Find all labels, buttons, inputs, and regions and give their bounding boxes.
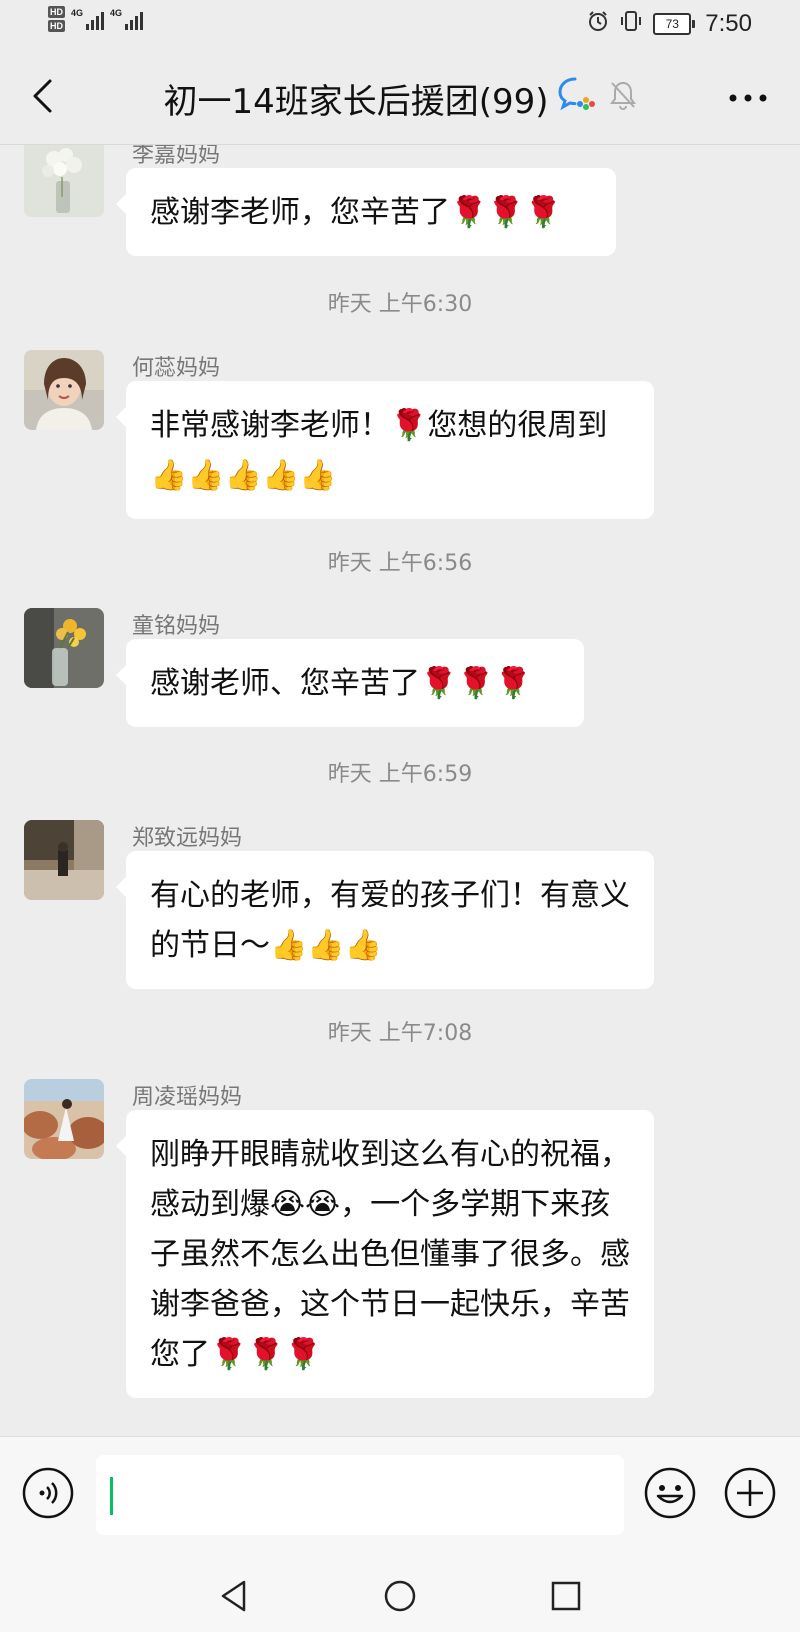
- message-bubble[interactable]: 非常感谢李老师！🌹您想的很周到👍👍👍👍👍: [116, 381, 654, 519]
- voice-button[interactable]: [20, 1465, 76, 1521]
- avatar[interactable]: [24, 608, 104, 688]
- more-dots-icon: [729, 94, 767, 102]
- message-bubble[interactable]: 有心的老师，有爱的孩子们！有意义的节日～👍👍👍: [116, 851, 654, 989]
- nav-recent-button[interactable]: [544, 1574, 588, 1618]
- battery-icon: 73: [653, 13, 696, 35]
- nav-recent-icon: [551, 1581, 581, 1611]
- hd-badge-1: HD: [48, 6, 65, 18]
- hd-badges: HD HD: [48, 6, 65, 32]
- timestamp: 昨天 上午6:30: [327, 292, 473, 317]
- input-bar: [0, 1436, 800, 1557]
- system-nav-bar: [0, 1556, 800, 1632]
- hd-badge-2: HD: [48, 20, 65, 32]
- nav-back-icon: [221, 1580, 246, 1612]
- signal-indicators: HD HD 4G 4G: [48, 6, 144, 32]
- clock: 7:50: [705, 10, 752, 37]
- signal-strength-icon: 4G: [71, 8, 105, 30]
- sender-name: 童铭妈妈: [132, 614, 221, 639]
- more-button[interactable]: [726, 80, 770, 116]
- message-bubble[interactable]: 感谢李老师，您辛苦了🌹🌹🌹: [116, 168, 616, 256]
- mute-bell-icon: [609, 79, 637, 119]
- battery-level: 73: [653, 13, 692, 35]
- nav-back-button[interactable]: [212, 1574, 256, 1618]
- chat-header: 初一14班家长后援团(99): [0, 50, 800, 145]
- timestamp: 昨天 上午7:08: [327, 1021, 473, 1046]
- sender-name: 周凌瑶妈妈: [132, 1085, 243, 1110]
- sender-name: 何蕊妈妈: [132, 356, 221, 381]
- status-bar: HD HD 4G 4G 73 7:50: [0, 0, 800, 50]
- sender-name: 郑致远妈妈: [132, 826, 243, 851]
- sender-name: 李嘉妈妈: [132, 145, 221, 168]
- emoji-button[interactable]: [642, 1465, 698, 1521]
- message-input[interactable]: [96, 1455, 624, 1535]
- emoji-icon: [644, 1467, 696, 1519]
- message-list[interactable]: 李嘉妈妈 感谢李老师，您辛苦了🌹🌹🌹 昨天 上午6:30 何蕊妈妈 非常感谢李老…: [0, 145, 800, 1435]
- vibrate-icon: [619, 10, 643, 38]
- timestamp: 昨天 上午6:59: [327, 762, 473, 787]
- avatar[interactable]: [24, 350, 104, 430]
- nav-home-button[interactable]: [378, 1574, 422, 1618]
- voice-icon: [22, 1467, 74, 1519]
- avatar[interactable]: [24, 145, 104, 217]
- text-cursor: [110, 1477, 113, 1515]
- more-functions-button[interactable]: [722, 1465, 778, 1521]
- chat-bubble-icon: [557, 76, 597, 121]
- network-type-2: 4G: [110, 8, 123, 18]
- message-bubble[interactable]: 感谢老师、您辛苦了🌹🌹🌹: [116, 639, 584, 727]
- plus-icon: [724, 1467, 776, 1519]
- chat-title: 初一14班家长后援团(99): [163, 82, 549, 122]
- timestamp: 昨天 上午6:56: [327, 551, 473, 576]
- nav-home-icon: [384, 1580, 416, 1612]
- chat-title-row: 初一14班家长后援团(99): [0, 74, 800, 123]
- avatar[interactable]: [24, 820, 104, 900]
- message-bubble[interactable]: 刚睁开眼睛就收到这么有心的祝福，感动到爆😭😭，一个多学期下来孩子虽然不怎么出色但…: [116, 1110, 654, 1398]
- avatar[interactable]: [24, 1079, 104, 1159]
- signal-strength-icon-2: 4G: [110, 8, 144, 30]
- network-type-1: 4G: [71, 8, 84, 18]
- status-right: 73 7:50: [587, 10, 752, 38]
- alarm-icon: [587, 10, 609, 38]
